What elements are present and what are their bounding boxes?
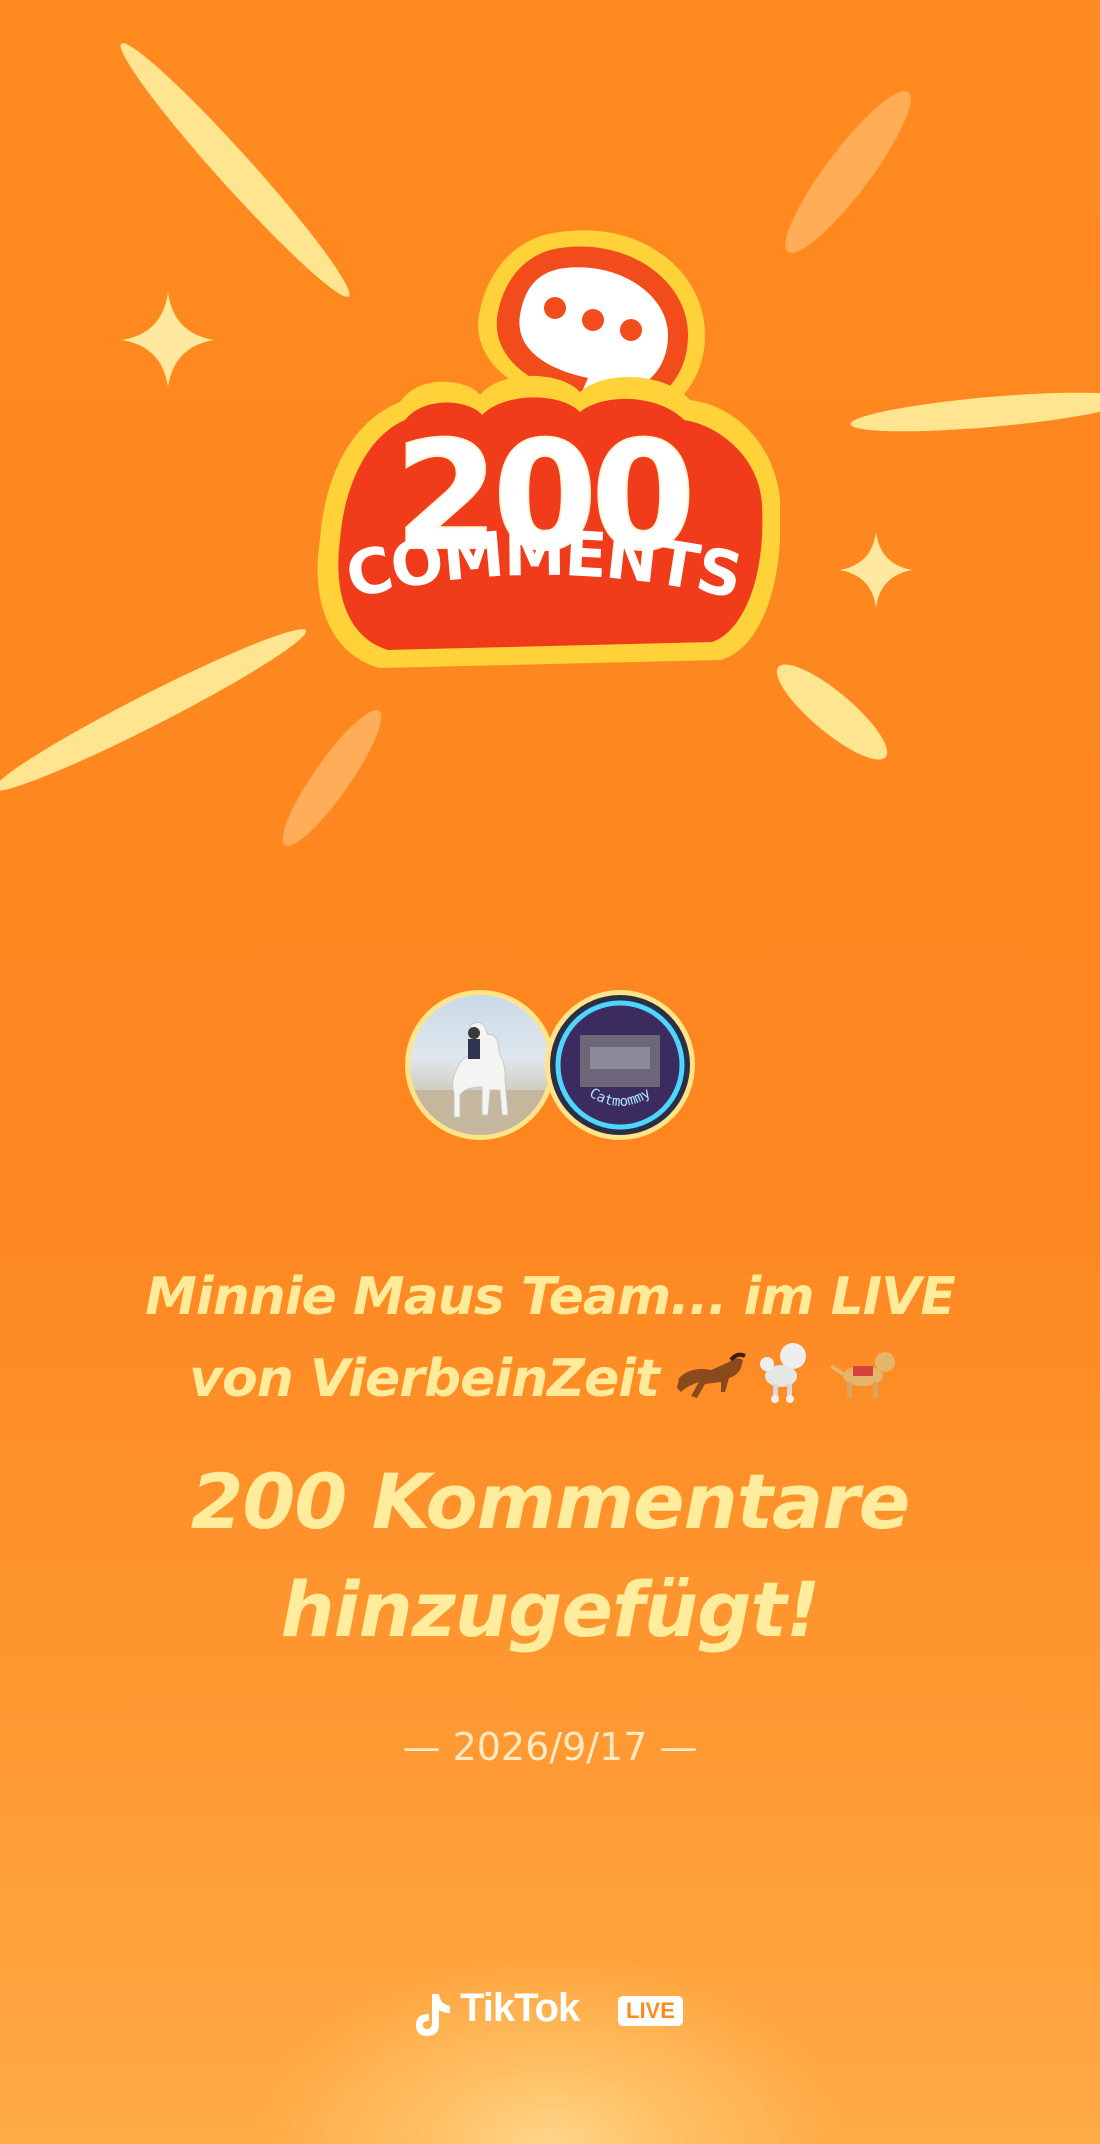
poodle-icon (759, 1343, 806, 1403)
live-host-line: Minnie Maus Team... im LIVE (145, 1267, 956, 1327)
service-dog-icon (829, 1352, 895, 1398)
live-badge: LIVE (618, 1996, 683, 2026)
tiktok-wordmark: TikTok (460, 1986, 580, 2030)
headline-line-2: hinzugefügt! (280, 1565, 820, 1654)
horse-icon (676, 1352, 746, 1398)
commenter-avatar: Catmommy (545, 990, 695, 1140)
milestone-headline: 200 Kommentare hinzugefügt! (60, 1448, 1040, 1664)
sparkle-icon (840, 532, 912, 608)
milestone-date: — 2026/9/17 — (402, 1725, 698, 1769)
horse-rider-photo-icon (410, 1021, 550, 1135)
comments-milestone-badge: 200 COMMENTS (317, 230, 780, 668)
tiktok-logo-icon (416, 1994, 450, 2036)
headline-line-1: 200 Kommentare (190, 1457, 911, 1546)
participant-avatars: Catmommy (405, 990, 695, 1145)
live-channel-line: von VierbeinZeit (60, 1336, 1040, 1428)
channel-name: von VierbeinZeit (189, 1349, 660, 1409)
host-avatar (405, 990, 555, 1140)
channel-emojis (671, 1336, 911, 1428)
sparkle-icon (122, 292, 214, 388)
live-info-text: Minnie Maus Team... im LIVE von Vierbein… (60, 1258, 1040, 1428)
